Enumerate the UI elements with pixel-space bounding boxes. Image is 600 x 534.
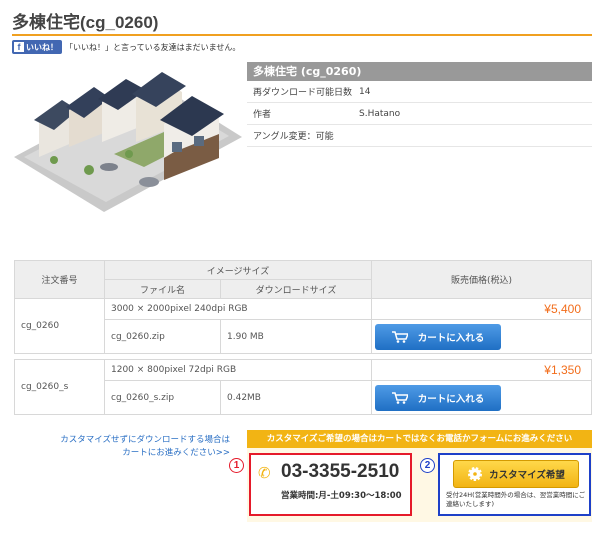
price: ¥5,400: [371, 298, 592, 320]
cart-icon: [391, 330, 408, 343]
customize-request-box: カスタマイズ希望 受付24H(営業時間外の場合は、翌営業時間にご連絡いたします): [438, 453, 591, 516]
info-label: アングル変更：可能: [253, 132, 334, 142]
business-hours: 営業時間:月-土09:30〜18:00: [281, 491, 402, 501]
customize-panel: カスタマイズご希望の場合はカートではなくお電話かフォームにお進みください ✆ 0…: [247, 430, 592, 522]
number-badge-1: 1: [229, 458, 244, 473]
info-label: 作者: [253, 110, 272, 120]
gear-icon: [468, 467, 483, 481]
info-value: 14: [359, 86, 371, 97]
info-row: 再ダウンロード可能日数 14: [247, 81, 592, 103]
order-number: cg_0260: [14, 298, 105, 354]
product-image: [14, 72, 242, 212]
link-line: カートにお進みください>>: [122, 448, 230, 458]
header-file-name: ファイル名: [104, 279, 221, 299]
cart-button-label: カートに入れる: [417, 332, 485, 344]
table-header-row: 注文番号 イメージサイズ 販売価格(税込): [14, 260, 592, 299]
customize-button-label: カスタマイズ希望: [489, 470, 565, 481]
info-row: 作者 S.Hatano: [247, 103, 592, 125]
product-title: 多棟住宅 (cg_0260): [247, 62, 592, 81]
customize-header: カスタマイズご希望の場合はカートではなくお電話かフォームにお進みください: [247, 430, 592, 448]
info-label: 再ダウンロード可能日数: [253, 88, 353, 98]
add-to-cart-button[interactable]: カートに入れる: [375, 323, 501, 350]
like-row: f いいね！ 「いいね！」と言っている友達はまだいません。: [12, 40, 240, 54]
cart-button-label: カートに入れる: [417, 393, 485, 405]
price: ¥1,350: [371, 359, 592, 381]
customize-request-button[interactable]: カスタマイズ希望: [453, 460, 579, 488]
proceed-to-cart-link[interactable]: カスタマイズせずにダウンロードする場合は カートにお進みください>>: [20, 434, 230, 460]
file-name: cg_0260.zip: [104, 319, 221, 354]
header-download-size: ダウンロードサイズ: [220, 279, 372, 299]
page-title: 多棟住宅(cg_0260): [12, 8, 592, 36]
link-line: カスタマイズせずにダウンロードする場合は: [60, 435, 230, 445]
like-count-text: 「いいね！」と言っている友達はまだいません。: [65, 42, 241, 52]
number-badge-2: 2: [420, 458, 435, 473]
file-size: 0.42MB: [220, 380, 372, 415]
cart-cell: カートに入れる: [371, 380, 592, 415]
file-name: cg_0260_s.zip: [104, 380, 221, 415]
header-order-no: 注文番号: [14, 260, 105, 299]
table-row: cg_0260 3000 × 2000pixel 240dpi RGB ¥5,4…: [14, 298, 592, 354]
cart-cell: カートに入れる: [371, 319, 592, 354]
file-size: 1.90 MB: [220, 319, 372, 354]
phone-icon: ✆: [258, 464, 271, 482]
product-info-panel: 多棟住宅 (cg_0260) 再ダウンロード可能日数 14 作者 S.Hatan…: [247, 62, 592, 147]
phone-contact-box: ✆ 03-3355-2510 営業時間:月-土09:30〜18:00: [249, 453, 412, 516]
header-image-size: イメージサイズ: [104, 260, 372, 280]
like-button-label: いいね！: [26, 42, 58, 52]
order-number: cg_0260_s: [14, 359, 105, 415]
info-value: S.Hatano: [359, 108, 401, 119]
facebook-icon: f: [14, 42, 24, 52]
facebook-like-button[interactable]: f いいね！: [12, 40, 62, 54]
customize-note: 受付24H(営業時間外の場合は、翌営業時間にご連絡いたします): [446, 491, 586, 508]
info-row: アングル変更：可能: [247, 125, 592, 147]
order-table: 注文番号 イメージサイズ 販売価格(税込) ファイル名 ダウンロードサイズ cg…: [14, 260, 592, 415]
phone-number[interactable]: 03-3355-2510: [281, 461, 399, 483]
table-row: cg_0260_s 1200 × 800pixel 72dpi RGB ¥1,3…: [14, 359, 592, 415]
add-to-cart-button[interactable]: カートに入れる: [375, 384, 501, 411]
image-spec: 1200 × 800pixel 72dpi RGB: [104, 359, 372, 381]
image-spec: 3000 × 2000pixel 240dpi RGB: [104, 298, 372, 320]
cart-icon: [391, 391, 408, 404]
header-price: 販売価格(税込): [371, 260, 592, 299]
